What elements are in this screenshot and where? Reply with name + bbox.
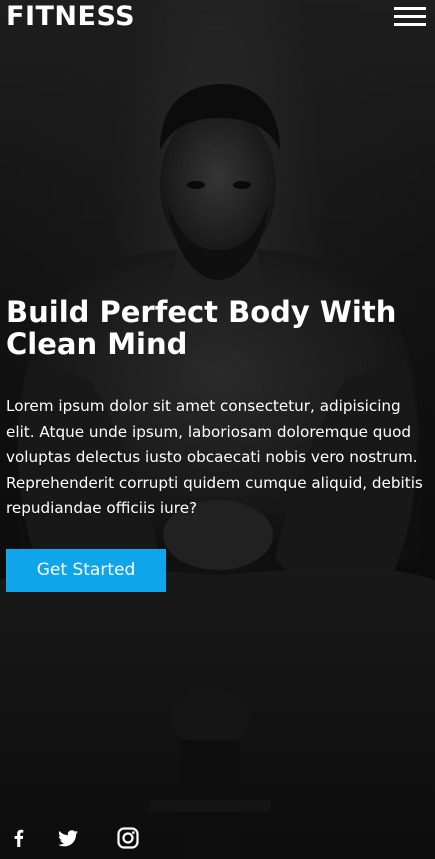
instagram-icon[interactable]	[114, 824, 142, 852]
menu-bar	[394, 23, 426, 26]
social-links	[0, 824, 200, 852]
facebook-icon-glyph	[14, 829, 24, 847]
twitter-icon[interactable]	[54, 824, 82, 852]
top-nav: FITNESS	[0, 0, 435, 36]
hero-title: Build Perfect Body With Clean Mind	[6, 295, 397, 361]
get-started-button[interactable]: Get Started	[6, 548, 166, 592]
brand-logo[interactable]: FITNESS	[6, 1, 135, 33]
instagram-icon-glyph	[117, 827, 139, 849]
menu-bar	[394, 7, 426, 10]
twitter-icon-glyph	[58, 830, 78, 847]
facebook-icon[interactable]	[6, 824, 34, 852]
hero-content: Build Perfect Body With Clean Mind Lorem…	[6, 296, 430, 592]
hero-description: Lorem ipsum dolor sit amet consectetur, …	[6, 397, 423, 517]
hamburger-menu-icon[interactable]	[394, 6, 426, 28]
menu-bar	[394, 15, 426, 18]
